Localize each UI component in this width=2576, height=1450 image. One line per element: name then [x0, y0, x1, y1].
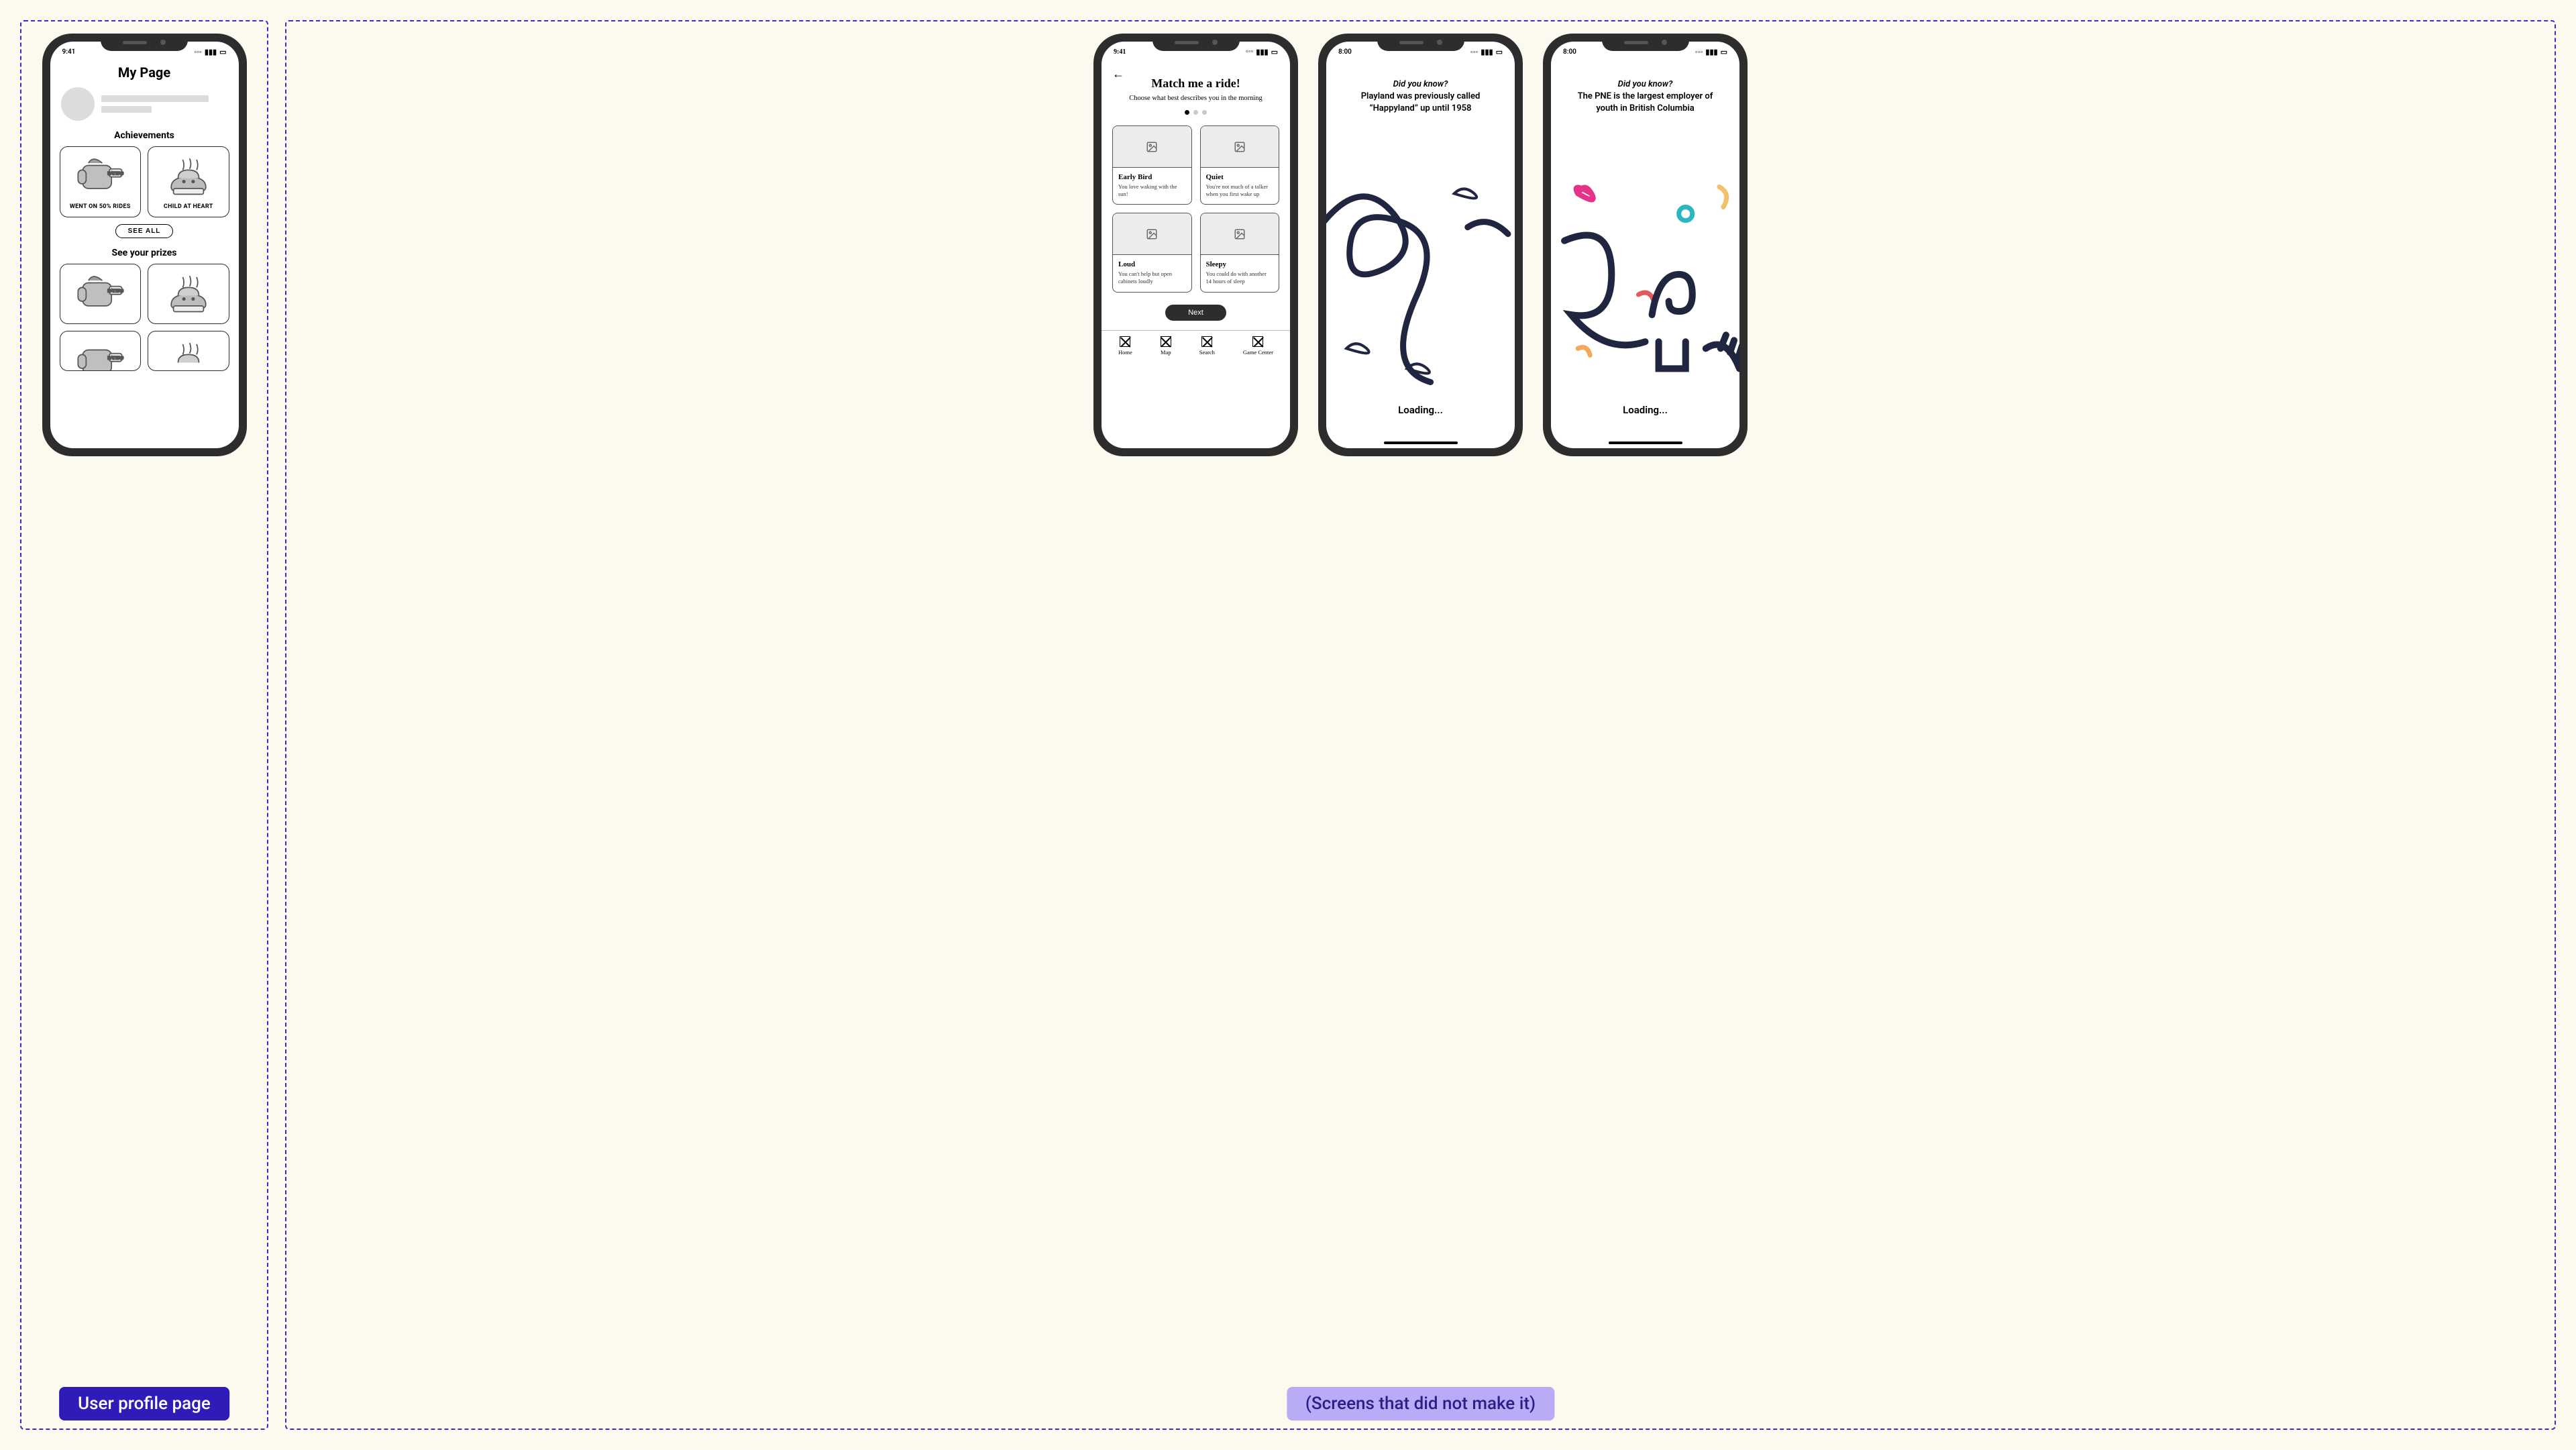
- quiz-option[interactable]: Quiet You're not much of a talker when yo…: [1200, 125, 1280, 205]
- home-indicator: [1384, 442, 1458, 444]
- tab-map[interactable]: Map: [1161, 336, 1171, 356]
- phone-notch: [101, 34, 188, 51]
- prizes-grid: HATERS: [50, 264, 239, 371]
- loading-text: Loading...: [1551, 404, 1739, 416]
- svg-text:HATERS: HATERS: [107, 289, 123, 293]
- tab-label: Home: [1118, 349, 1132, 356]
- phone-loading-2: 8:00 ◦◦◦▮▮▮▭ Did you know? The PNE is th…: [1543, 34, 1748, 456]
- option-title: Loud: [1118, 260, 1186, 268]
- achievement-card[interactable]: HATERS WENT ON 50% RIDES: [60, 146, 142, 217]
- phone-quiz: 9:41 ◦◦◦▮▮▮▭ ← Match me a ride! Choose w…: [1093, 34, 1298, 456]
- achievements-heading: Achievements: [50, 130, 239, 141]
- achievement-card[interactable]: CHILD AT HEART: [148, 146, 229, 217]
- status-indicators: ◦◦◦▮▮▮▭: [1246, 48, 1278, 56]
- tab-game-center[interactable]: Game Center: [1243, 336, 1273, 356]
- quiz-option[interactable]: Loud You can't help but open cabinets lou…: [1112, 213, 1192, 292]
- option-desc: You could do with another 14 hours of sl…: [1206, 270, 1274, 284]
- status-time: 9:41: [1114, 48, 1126, 56]
- quiz-options: Early BirdYou love waking with the sun! …: [1102, 125, 1290, 293]
- prizes-heading: See your prizes: [50, 248, 239, 258]
- status-indicators: ◦◦◦▮▮▮▭: [1470, 48, 1503, 56]
- achievement-caption: CHILD AT HEART: [164, 203, 213, 210]
- tab-label: Game Center: [1243, 349, 1273, 356]
- status-time: 8:00: [1563, 48, 1576, 56]
- fun-fact: Playland was previously called “Happylan…: [1326, 91, 1515, 114]
- badge-fist-icon: HATERS: [64, 270, 137, 317]
- dot-active: [1185, 110, 1189, 115]
- achievements-grid: HATERS WENT ON 50% RIDES: [50, 146, 239, 217]
- tab-icon: [1120, 336, 1130, 347]
- dot: [1202, 110, 1207, 115]
- tab-search[interactable]: Search: [1199, 336, 1215, 356]
- loading-illustration: [1551, 114, 1739, 448]
- image-placeholder-icon: [1113, 126, 1191, 168]
- see-all-button[interactable]: SEE ALL: [115, 224, 174, 238]
- section-rejected-screens: 9:41 ◦◦◦▮▮▮▭ ← Match me a ride! Choose w…: [285, 20, 2556, 1430]
- loading-text: Loading...: [1326, 404, 1515, 416]
- image-placeholder-icon: [1201, 213, 1279, 255]
- quiz-subtitle: Choose what best describes you in the mo…: [1102, 95, 1290, 102]
- option-desc: You can't help but open cabinets loudly: [1118, 270, 1186, 284]
- badge-fist-icon: HATERS: [64, 152, 137, 199]
- back-arrow-icon[interactable]: ←: [1112, 67, 1124, 81]
- badge-poop-icon: [152, 337, 225, 371]
- quiz-option[interactable]: Early Bird You love waking with the sun!: [1112, 125, 1192, 205]
- status-indicators: ◦◦◦▮▮▮▭: [1695, 48, 1727, 56]
- svg-text:HATERS: HATERS: [107, 172, 123, 176]
- fun-fact: The PNE is the largest employer of youth…: [1551, 91, 1739, 114]
- prize-card[interactable]: HATERS: [60, 264, 142, 324]
- section-label-left: User profile page: [59, 1387, 229, 1420]
- prize-card[interactable]: HATERS: [60, 331, 142, 371]
- status-time: 9:41: [62, 48, 76, 56]
- dot: [1193, 110, 1198, 115]
- tab-icon: [1201, 336, 1212, 347]
- image-placeholder-icon: [1201, 126, 1279, 168]
- badge-poop-icon: [152, 152, 225, 199]
- profile-name-placeholder: [101, 95, 228, 113]
- option-title: Quiet: [1206, 173, 1274, 181]
- badge-poop-icon: [152, 270, 225, 317]
- phone-notch: [1377, 34, 1464, 51]
- quiz-option[interactable]: Sleepy You could do with another 14 hours…: [1200, 213, 1280, 292]
- phone-loading-1: 8:00 ◦◦◦▮▮▮▭ Did you know? Playland was …: [1318, 34, 1523, 456]
- status-indicators: ◦◦◦▮▮▮▭: [194, 48, 226, 56]
- home-indicator: [1609, 442, 1682, 444]
- section-user-profile: 9:41 ◦◦◦▮▮▮▭ My Page Achievements: [20, 20, 268, 1430]
- next-button[interactable]: Next: [1165, 305, 1226, 321]
- avatar[interactable]: [61, 87, 95, 121]
- tab-label: Map: [1161, 349, 1171, 356]
- option-desc: You're not much of a talker when you fir…: [1206, 183, 1274, 197]
- image-placeholder-icon: [1113, 213, 1191, 255]
- status-time: 8:00: [1338, 48, 1352, 56]
- quiz-title: Match me a ride!: [1102, 76, 1290, 91]
- option-desc: You love waking with the sun!: [1118, 183, 1186, 197]
- svg-text:HATERS: HATERS: [107, 356, 123, 360]
- loading-illustration: [1326, 114, 1515, 448]
- badge-fist-icon: HATERS: [64, 337, 137, 371]
- phone-notch: [1152, 34, 1240, 51]
- section-label-right: (Screens that did not make it): [1287, 1387, 1554, 1420]
- did-you-know: Did you know?: [1551, 79, 1739, 89]
- page-title: My Page: [50, 64, 239, 81]
- achievement-caption: WENT ON 50% RIDES: [70, 203, 131, 210]
- did-you-know: Did you know?: [1326, 79, 1515, 89]
- prize-card[interactable]: [148, 331, 229, 371]
- tab-home[interactable]: Home: [1118, 336, 1132, 356]
- tab-bar: Home Map Search Game Center: [1102, 330, 1290, 369]
- page-dots: [1102, 110, 1290, 115]
- option-title: Early Bird: [1118, 173, 1186, 181]
- tab-label: Search: [1199, 349, 1215, 356]
- profile-header: [50, 87, 239, 121]
- phone-notch: [1602, 34, 1689, 51]
- tab-icon: [1252, 336, 1263, 347]
- prize-card[interactable]: [148, 264, 229, 324]
- phone-profile: 9:41 ◦◦◦▮▮▮▭ My Page Achievements: [42, 34, 247, 456]
- tab-icon: [1161, 336, 1171, 347]
- option-title: Sleepy: [1206, 260, 1274, 268]
